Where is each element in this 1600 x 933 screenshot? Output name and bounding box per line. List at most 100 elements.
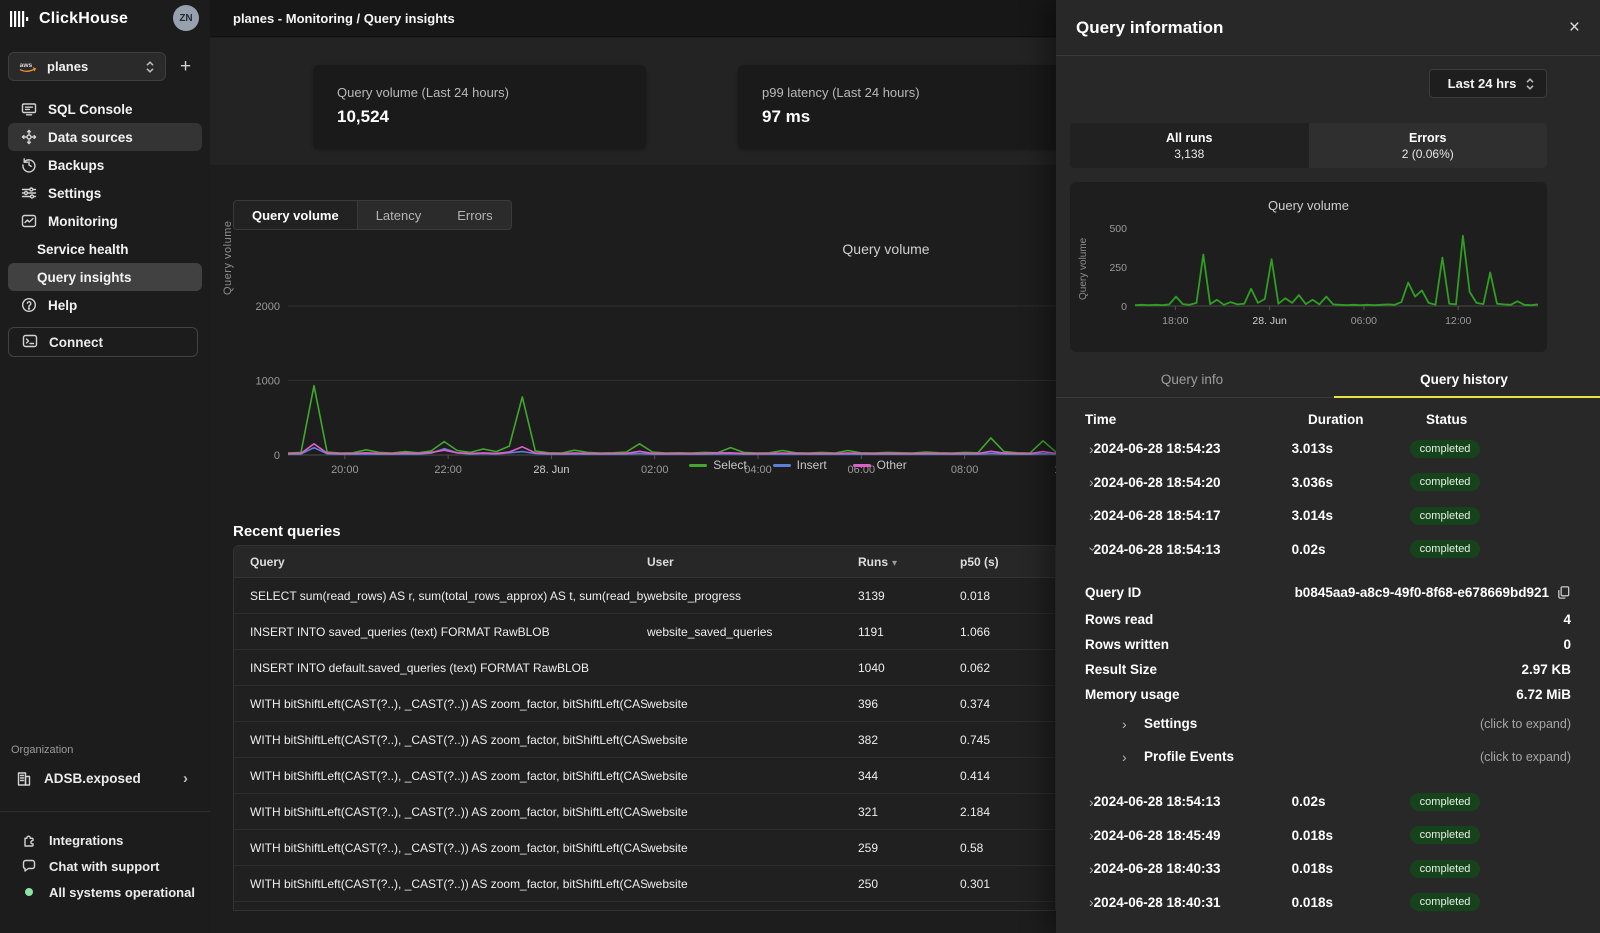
sidebar-item-service-health[interactable]: Service health [8,235,202,263]
query-volume-chart-svg: 01000200020:0022:0028. Jun02:0004:0006:0… [210,260,1056,510]
history-row[interactable]: › 2024-06-28 18:40:31 0.018s completed [1056,886,1600,920]
sidebar-item-label: Backups [48,158,104,173]
column-header-p50[interactable]: p50 (s) [960,555,1055,569]
history-rows-group1: › 2024-06-28 18:54:23 3.013s completed ›… [1056,432,1600,566]
table-row[interactable]: INSERT INTO default.saved_queries (text)… [234,650,1055,686]
svg-text:28. Jun: 28. Jun [1252,315,1287,327]
svg-text:18:00: 18:00 [1162,315,1188,327]
history-time: 2024-06-28 18:45:49 [1094,828,1292,843]
query-id-value: b0845aa9-a8c9-49f0-8f68-e678669bd921 [1295,585,1549,600]
history-time: 2024-06-28 18:40:33 [1094,861,1292,876]
chevron-right-icon[interactable]: › [1056,894,1094,910]
table-row[interactable]: WITH bitShiftLeft(CAST(?..), _CAST(?..))… [234,866,1055,902]
history-duration: 0.018s [1292,861,1410,876]
user-avatar[interactable]: ZN [173,5,199,31]
query-information-panel: Query information × Last 24 hrs All runs… [1056,0,1600,933]
history-row[interactable]: › 2024-06-28 18:54:17 3.014s completed [1056,499,1600,533]
sidebar-footer-all-systems-operational[interactable]: All systems operational [8,879,202,905]
copy-icon[interactable] [1556,585,1571,600]
sidebar-item-backups[interactable]: Backups [8,151,202,179]
panel-tab-query-history[interactable]: Query history [1328,362,1600,397]
status-badge: completed [1410,507,1481,525]
close-icon[interactable]: × [1569,18,1580,37]
panel-tabs: Query infoQuery history [1056,362,1600,398]
chevron-right-icon[interactable]: › [1056,861,1094,877]
history-row[interactable]: › 2024-06-28 18:54:23 3.013s completed [1056,432,1600,466]
chevron-right-icon[interactable]: › [1056,508,1094,524]
connect-button[interactable]: Connect [8,327,198,357]
chevron-down-icon[interactable]: › [1058,541,1096,557]
table-row[interactable]: SELECT sum(read_rows) AS r, sum(total_ro… [234,578,1055,614]
table-row[interactable]: WITH bitShiftLeft(CAST(?..), _CAST(?..))… [234,686,1055,722]
status-badge: completed [1410,440,1481,458]
sidebar-footer: Integrations Chat with support All syste… [8,827,202,905]
detail-field-label: Rows read [1085,612,1153,627]
add-service-button[interactable]: + [180,57,191,76]
select-updown-icon [1524,77,1536,91]
organization-icon [16,771,32,787]
settings-icon [21,185,37,201]
cell-p50: 0.062 [960,661,1055,675]
detail-field-label: Memory usage [1085,687,1180,702]
history-row[interactable]: › 2024-06-28 18:54:13 0.02s completed [1056,533,1600,567]
table-row[interactable]: WITH bitShiftLeft(CAST(?..), _CAST(?..))… [234,758,1055,794]
table-row[interactable]: INSERT INTO saved_queries (text) FORMAT … [234,614,1055,650]
column-header-query[interactable]: Query [234,555,647,569]
query-details: Query ID b0845aa9-a8c9-49f0-8f68-e678669… [1056,565,1600,785]
breadcrumb: planes - Monitoring / Query insights [233,11,455,26]
sidebar-item-label: Service health [37,242,129,257]
service-select[interactable]: aws planes [8,52,166,81]
sidebar-item-help[interactable]: Help [8,291,202,319]
sidebar-footer-integrations[interactable]: Integrations [8,827,202,853]
tab-latency[interactable]: Latency [358,201,440,229]
detail-field-label: Rows written [1085,637,1169,652]
expandable-settings[interactable]: › Settings (click to expand) [1056,707,1600,740]
svg-text:06:00: 06:00 [1351,315,1377,327]
sidebar-item-settings[interactable]: Settings [8,179,202,207]
history-row[interactable]: › 2024-06-28 18:54:20 3.036s completed [1056,466,1600,500]
sidebar-item-data-sources[interactable]: Data sources [8,123,202,151]
table-row[interactable]: WITH bitShiftLeft(CAST(?..), _CAST(?..))… [234,722,1055,758]
history-row[interactable]: › 2024-06-28 18:45:49 0.018s completed [1056,819,1600,853]
chevron-right-icon[interactable]: › [1056,827,1094,843]
sidebar-item-query-insights[interactable]: Query insights [8,263,202,291]
expand-hint: (click to expand) [1480,717,1571,731]
sidebar-item-label: Settings [48,186,101,201]
sidebar-footer-chat-with-support[interactable]: Chat with support [8,853,202,879]
history-duration: 3.036s [1292,475,1410,490]
time-range-select[interactable]: Last 24 hrs [1429,69,1547,98]
cell-query: INSERT INTO saved_queries (text) FORMAT … [234,625,647,639]
table-row[interactable]: WITH bitShiftLeft(CAST(?..), _CAST(?..))… [234,830,1055,866]
column-header-user[interactable]: User [647,555,858,569]
footer-item-label: Chat with support [49,859,160,874]
chevron-right-icon: › [1122,716,1144,732]
history-row[interactable]: › 2024-06-28 18:54:13 0.02s completed [1056,785,1600,819]
sidebar: ClickHouse ZN aws planes + SQL Console D… [0,0,210,933]
all-runs-toggle[interactable]: All runs 3,138 [1070,123,1309,168]
expandable-profile-events[interactable]: › Profile Events (click to expand) [1056,740,1600,773]
organization-name: ADSB.exposed [44,771,141,786]
legend-item-insert[interactable]: Insert [773,458,827,472]
sidebar-item-sql-console[interactable]: SQL Console [8,95,202,123]
cell-user: website [647,697,858,711]
cell-user: website [647,841,858,855]
query-id-label: Query ID [1085,585,1141,600]
history-row[interactable]: › 2024-06-28 18:40:33 0.018s completed [1056,852,1600,886]
tab-query-volume[interactable]: Query volume [234,201,358,229]
sidebar-item-monitoring[interactable]: Monitoring [8,207,202,235]
column-header-runs[interactable]: Runs▾ [858,555,960,569]
table-row[interactable]: WITH bitShiftLeft(CAST(?..), _CAST(?..))… [234,794,1055,830]
chevron-right-icon[interactable]: › [1056,441,1094,457]
errors-value: 2 (0.06%) [1402,147,1454,161]
chevron-right-icon[interactable]: › [1056,794,1094,810]
tab-errors[interactable]: Errors [439,201,510,229]
recent-queries-body: SELECT sum(read_rows) AS r, sum(total_ro… [234,578,1055,902]
panel-tab-query-info[interactable]: Query info [1056,362,1328,397]
legend-item-select[interactable]: Select [689,458,746,472]
history-time: 2024-06-28 18:54:17 [1094,508,1292,523]
errors-toggle[interactable]: Errors 2 (0.06%) [1309,123,1548,168]
sidebar-item-label: Help [48,298,77,313]
organization-item[interactable]: ADSB.exposed › [8,764,202,793]
legend-item-other[interactable]: Other [853,458,907,472]
chevron-right-icon[interactable]: › [1056,474,1094,490]
